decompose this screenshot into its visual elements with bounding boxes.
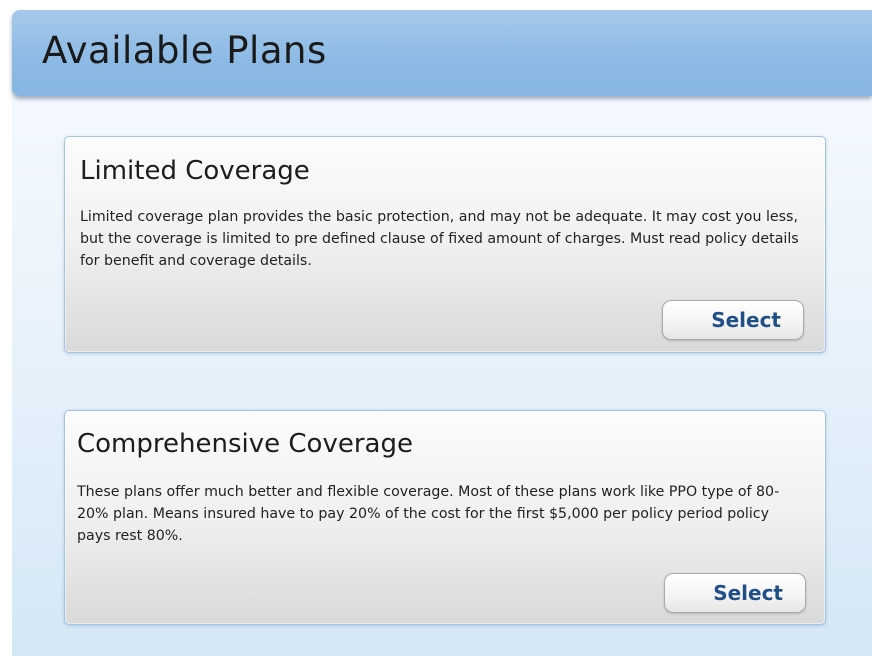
plan-description: These plans offer much better and flexib… bbox=[77, 484, 780, 544]
plan-title: Comprehensive Coverage bbox=[77, 429, 413, 459]
available-plans-panel: Available Plans Limited Coverage Limited… bbox=[12, 10, 872, 656]
select-comprehensive-coverage-button[interactable]: Select bbox=[664, 573, 806, 613]
plan-description: Limited coverage plan provides the basic… bbox=[80, 209, 799, 269]
select-limited-coverage-button[interactable]: Select bbox=[662, 300, 804, 340]
plan-card-limited-coverage: Limited Coverage Limited coverage plan p… bbox=[64, 136, 826, 353]
plan-title: Limited Coverage bbox=[80, 156, 310, 186]
panel-header: Available Plans bbox=[12, 10, 872, 96]
plan-card-comprehensive-coverage: Comprehensive Coverage These plans offer… bbox=[64, 410, 826, 625]
page-title: Available Plans bbox=[42, 29, 327, 72]
